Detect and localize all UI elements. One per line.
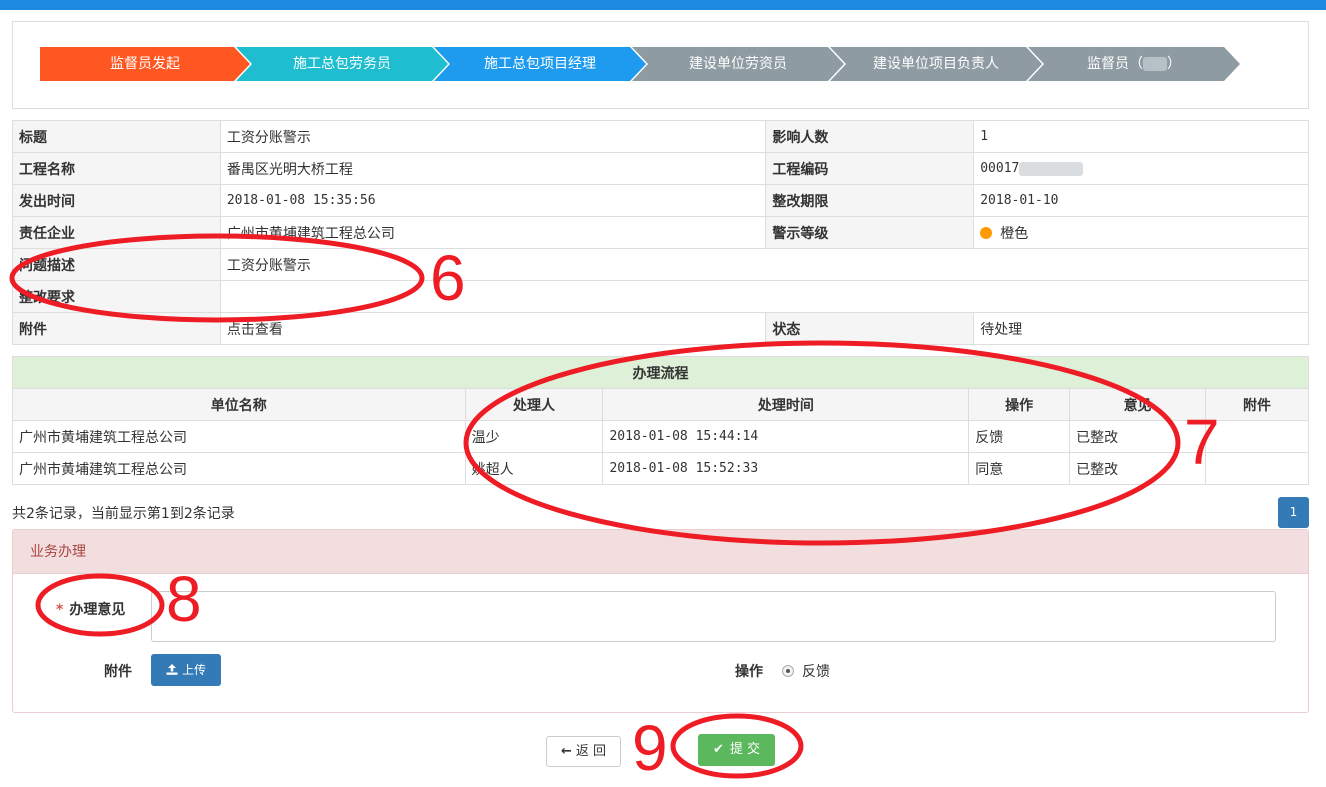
pagination-page-1[interactable]: 1 [1278,497,1309,528]
table-row: 广州市黄埔建筑工程总公司 姚超人 2018-01-08 15:52:33 同意 … [12,452,1309,485]
business-panel: 业务办理 * 办理意见 附件 上传 操作 反馈 [12,529,1309,713]
table-row: 工程名称 番禺区光明大桥工程 工程编码 00017 [12,152,1309,185]
process-caption: 办理流程 [12,356,1309,389]
attachment-link[interactable]: 点击查看 [219,312,767,345]
annotation-number-7: 7 [1184,406,1220,478]
records-summary: 共2条记录，当前显示第1到2条记录 [12,506,235,522]
requirement-label: 整改要求 [12,280,221,313]
problem-label: 问题描述 [12,248,221,281]
workflow-step-6: 监督员（ ） [1028,47,1240,81]
company-label: 责任企业 [12,216,221,249]
title-label: 标题 [12,120,221,153]
arrow-left-icon: ← [560,744,572,759]
top-accent-bar [0,0,1326,10]
operation-cell: 同意 [968,452,1071,485]
status-label: 状态 [765,312,975,345]
project-code-label: 工程编码 [765,152,975,185]
warning-level-value: 橙色 [1000,225,1029,242]
requirement-value [219,280,1310,313]
operation-option-label: 反馈 [802,664,830,680]
annotation-number-6: 6 [430,242,466,314]
attachment-cell [1205,452,1309,485]
workflow-step-6-label: 监督员（ [1087,56,1143,72]
unit-name-cell: 广州市黄埔建筑工程总公司 [12,420,466,453]
back-button[interactable]: ← 返 回 [546,736,621,767]
table-row: 整改要求 [12,280,1310,313]
redacted-name [1143,57,1167,71]
table-header-row: 单位名称 处理人 处理时间 操作 意见 附件 [12,388,1309,421]
column-header: 处理时间 [602,388,970,421]
opinion-label: 办理意见 [69,602,126,618]
opinion-label-wrap: * 办理意见 [56,599,125,619]
workflow-step-3: 施工总包项目经理 [434,47,646,81]
upload-icon [166,664,178,675]
status-value: 待处理 [973,312,1309,345]
operation-radio-feedback[interactable]: 反馈 [782,661,830,681]
back-label: 返 回 [575,744,607,759]
deadline-label: 整改期限 [765,184,975,217]
warning-info-table: 标题 工资分账警示 影响人数 1 工程名称 番禺区光明大桥工程 工程编码 000… [12,120,1310,345]
problem-value: 工资分账警示 [219,248,1310,281]
company-value: 广州市黄埔建筑工程总公司 [219,216,767,249]
workflow-step-6-suffix: ） [1167,56,1181,72]
upload-label: 上传 [181,663,206,677]
workflow-step-5: 建设单位项目负责人 [830,47,1042,81]
table-row: 附件 点击查看 状态 待处理 [12,312,1309,345]
column-header: 处理人 [464,388,604,421]
annotation-number-8: 8 [166,563,202,635]
table-row: 责任企业 广州市黄埔建筑工程总公司 警示等级 橙色 [12,216,1309,249]
orange-dot-icon [980,226,993,239]
redacted-code [1019,161,1084,176]
warning-level-cell: 橙色 [973,216,1309,249]
column-header: 操作 [968,388,1071,421]
panel-attachment-label: 附件 [104,664,132,680]
handler-cell: 姚超人 [464,452,604,485]
opinion-textarea[interactable] [151,591,1276,642]
attachment-label: 附件 [12,312,221,345]
column-header: 附件 [1205,388,1309,421]
issued-time-label: 发出时间 [12,184,221,217]
warning-level-label: 警示等级 [765,216,975,249]
attachment-cell [1205,420,1309,453]
workflow-step-4: 建设单位劳资员 [632,47,844,81]
issued-time-value: 2018-01-08 15:35:56 [219,184,767,217]
annotation-number-9: 9 [632,712,668,784]
project-code-cell: 00017 [973,152,1309,185]
workflow-step-1: 监督员发起 [40,47,250,81]
project-code-value: 00017 [980,161,1020,176]
radio-selected-icon[interactable] [782,665,794,677]
project-name-value: 番禺区光明大桥工程 [219,152,767,185]
operation-label: 操作 [735,664,763,680]
deadline-value: 2018-01-10 [973,184,1309,217]
handle-time-cell: 2018-01-08 15:44:14 [602,420,970,453]
table-row: 标题 工资分账警示 影响人数 1 [12,120,1309,153]
affected-count-label: 影响人数 [765,120,975,153]
affected-count-value: 1 [973,120,1309,153]
process-table: 办理流程 单位名称 处理人 处理时间 操作 意见 附件 广州市黄埔建筑工程总公司… [12,356,1309,485]
handler-cell: 温少 [464,420,604,453]
operation-cell: 反馈 [968,420,1071,453]
submit-button[interactable]: ✔ 提 交 [698,734,775,766]
required-mark: * [56,602,64,618]
workflow-steps-panel: 监督员发起 施工总包劳务员 施工总包项目经理 建设单位劳资员 建设单位项目负责人… [12,21,1309,109]
title-value: 工资分账警示 [219,120,767,153]
table-row: 广州市黄埔建筑工程总公司 温少 2018-01-08 15:44:14 反馈 已… [12,420,1309,453]
column-header: 单位名称 [12,388,466,421]
panel-title: 业务办理 [13,530,1308,574]
check-icon: ✔ [712,742,724,757]
workflow-step-2: 施工总包劳务员 [236,47,448,81]
table-row: 发出时间 2018-01-08 15:35:56 整改期限 2018-01-10 [12,184,1309,217]
unit-name-cell: 广州市黄埔建筑工程总公司 [12,452,466,485]
handle-time-cell: 2018-01-08 15:52:33 [602,452,970,485]
project-name-label: 工程名称 [12,152,221,185]
submit-label: 提 交 [729,742,761,757]
workflow-steps: 监督员发起 施工总包劳务员 施工总包项目经理 建设单位劳资员 建设单位项目负责人… [40,47,1280,81]
upload-button[interactable]: 上传 [151,654,221,686]
table-row: 问题描述 工资分账警示 [12,248,1310,281]
